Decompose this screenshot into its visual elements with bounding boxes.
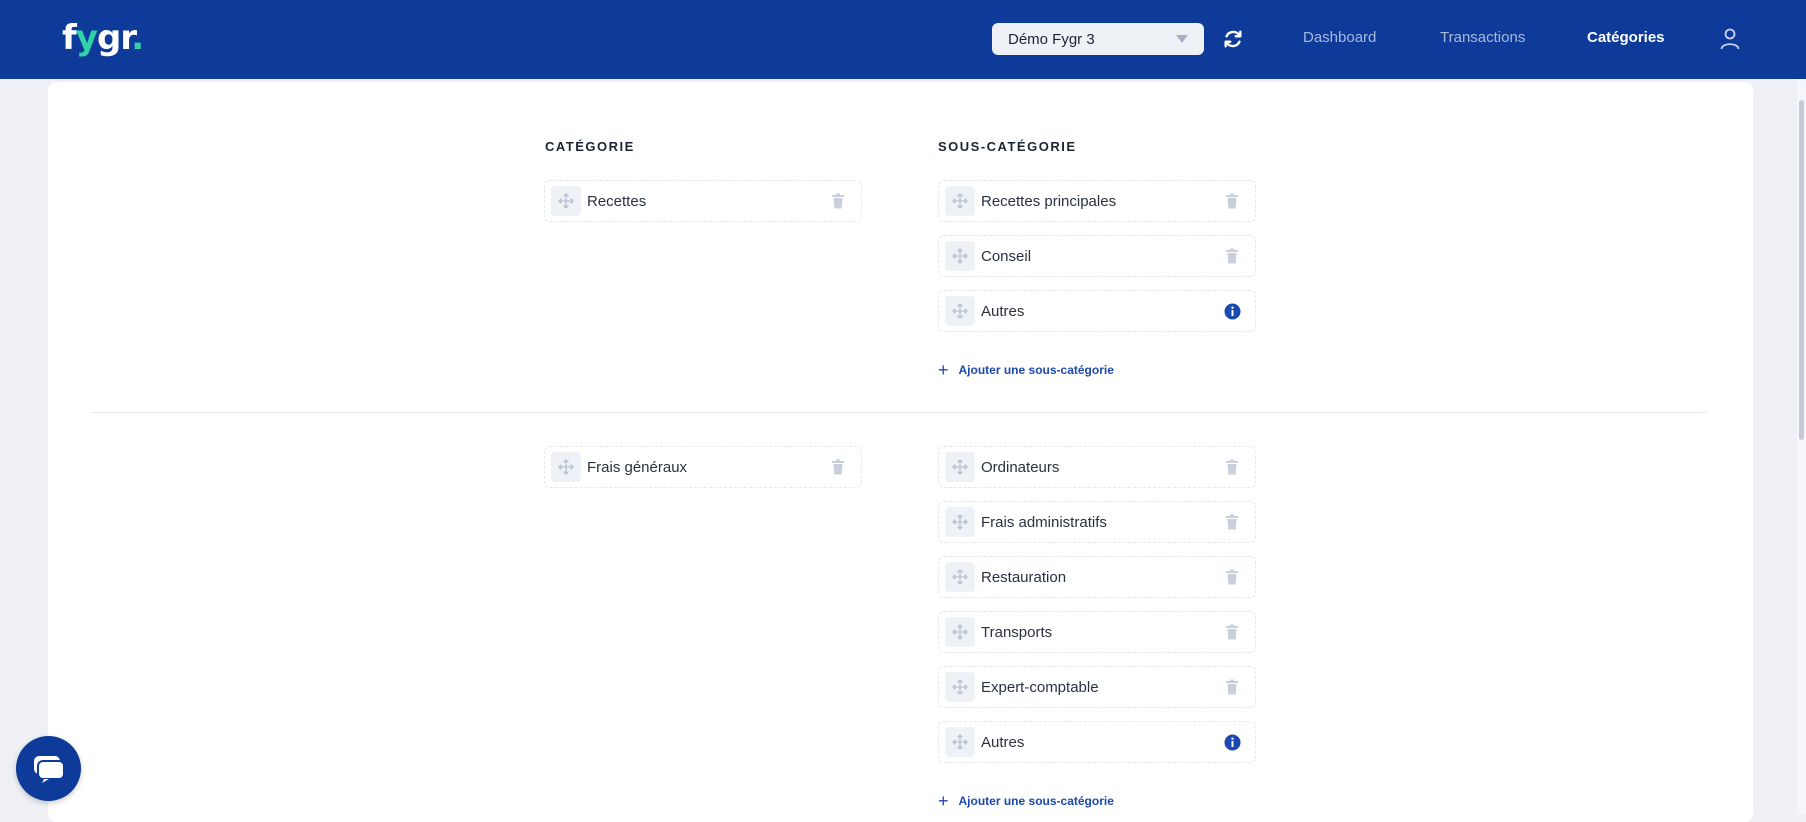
nav-transactions[interactable]: Transactions bbox=[1440, 29, 1525, 46]
drag-handle-icon[interactable] bbox=[945, 186, 975, 216]
trash-icon[interactable] bbox=[829, 458, 847, 476]
refresh-icon[interactable] bbox=[1222, 28, 1244, 50]
subcategory-label: Autres bbox=[981, 733, 1025, 751]
subcategory-label: Restauration bbox=[981, 568, 1067, 586]
top-navigation-bar: fygr. Démo Fygr 3 Dashboard Transactions… bbox=[0, 0, 1806, 79]
category-item-frais-generaux[interactable]: Frais généraux bbox=[544, 446, 862, 488]
subcategory-item[interactable]: Frais administratifs bbox=[938, 501, 1256, 543]
categories-card bbox=[48, 82, 1753, 822]
category-column-header: CATÉGORIE bbox=[545, 139, 635, 154]
subcategory-label: Recettes principales bbox=[981, 192, 1117, 210]
drag-handle-icon[interactable] bbox=[945, 452, 975, 482]
drag-handle-icon[interactable] bbox=[945, 241, 975, 271]
category-label: Frais généraux bbox=[587, 458, 688, 476]
trash-icon[interactable] bbox=[1223, 623, 1241, 641]
drag-handle-icon[interactable] bbox=[945, 296, 975, 326]
add-subcategory-label: Ajouter une sous-catégorie bbox=[958, 794, 1114, 808]
subcategory-item[interactable]: Recettes principales bbox=[938, 180, 1256, 222]
subcategory-item[interactable]: Ordinateurs bbox=[938, 446, 1256, 488]
trash-icon[interactable] bbox=[1223, 678, 1241, 696]
add-subcategory-label: Ajouter une sous-catégorie bbox=[958, 363, 1114, 377]
subcategory-item[interactable]: Autres bbox=[938, 290, 1256, 332]
plus-icon: + bbox=[938, 791, 949, 811]
fygr-logo[interactable]: fygr. bbox=[62, 18, 144, 58]
user-icon[interactable] bbox=[1718, 27, 1742, 51]
subcategory-label: Transports bbox=[981, 623, 1053, 641]
subcategory-item[interactable]: Expert-comptable bbox=[938, 666, 1256, 708]
subcategory-item[interactable]: Autres bbox=[938, 721, 1256, 763]
trash-icon[interactable] bbox=[1223, 568, 1241, 586]
subcategory-label: Ordinateurs bbox=[981, 458, 1060, 476]
group-divider bbox=[90, 412, 1707, 413]
nav-dashboard[interactable]: Dashboard bbox=[1303, 29, 1376, 46]
category-item-recettes[interactable]: Recettes bbox=[544, 180, 862, 222]
trash-icon[interactable] bbox=[1223, 458, 1241, 476]
category-label: Recettes bbox=[587, 192, 647, 210]
drag-handle-icon[interactable] bbox=[945, 507, 975, 537]
drag-handle-icon[interactable] bbox=[945, 672, 975, 702]
subcategory-item[interactable]: Restauration bbox=[938, 556, 1256, 598]
info-icon[interactable] bbox=[1223, 302, 1241, 320]
info-icon[interactable] bbox=[1223, 733, 1241, 751]
scrollbar-thumb[interactable] bbox=[1799, 100, 1804, 440]
subcategory-label: Frais administratifs bbox=[981, 513, 1107, 531]
drag-handle-icon[interactable] bbox=[945, 617, 975, 647]
chevron-down-icon bbox=[1176, 35, 1188, 43]
trash-icon[interactable] bbox=[829, 192, 847, 210]
trash-icon[interactable] bbox=[1223, 513, 1241, 531]
plus-icon: + bbox=[938, 360, 949, 380]
drag-handle-icon[interactable] bbox=[945, 562, 975, 592]
drag-handle-icon[interactable] bbox=[551, 452, 581, 482]
chat-icon bbox=[33, 755, 65, 783]
account-selector[interactable]: Démo Fygr 3 bbox=[992, 23, 1204, 55]
subcategory-item[interactable]: Transports bbox=[938, 611, 1256, 653]
trash-icon[interactable] bbox=[1223, 247, 1241, 265]
drag-handle-icon[interactable] bbox=[551, 186, 581, 216]
add-subcategory-link[interactable]: + Ajouter une sous-catégorie bbox=[938, 361, 1114, 379]
subcategory-label: Autres bbox=[981, 302, 1025, 320]
account-selector-value: Démo Fygr 3 bbox=[1008, 30, 1095, 48]
subcategory-column-header: SOUS-CATÉGORIE bbox=[938, 139, 1077, 154]
add-subcategory-link[interactable]: + Ajouter une sous-catégorie bbox=[938, 792, 1114, 810]
chat-button[interactable] bbox=[16, 736, 81, 801]
nav-categories[interactable]: Catégories bbox=[1587, 29, 1665, 46]
subcategory-label: Conseil bbox=[981, 247, 1032, 265]
subcategory-item[interactable]: Conseil bbox=[938, 235, 1256, 277]
subcategory-label: Expert-comptable bbox=[981, 678, 1099, 696]
drag-handle-icon[interactable] bbox=[945, 727, 975, 757]
trash-icon[interactable] bbox=[1223, 192, 1241, 210]
